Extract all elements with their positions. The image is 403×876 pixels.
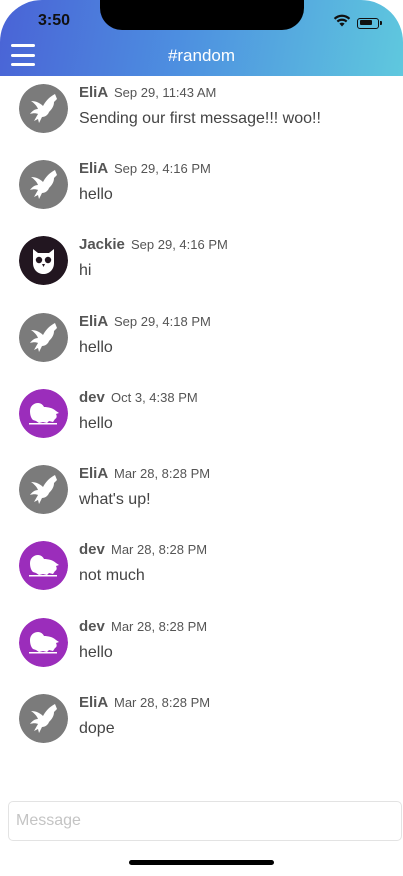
message-item[interactable]: dev Mar 28, 8:28 PM hello — [0, 618, 403, 684]
message-item[interactable]: EliA Sep 29, 4:18 PM hello — [0, 313, 403, 379]
message-timestamp: Sep 29, 4:16 PM — [114, 161, 211, 176]
device-notch — [100, 0, 304, 30]
eagle-icon — [19, 465, 68, 514]
message-text: dope — [79, 720, 115, 737]
app-header: 3:50 #random — [0, 0, 403, 76]
home-indicator — [129, 860, 274, 865]
message-text: Sending our first message!!! woo!! — [79, 110, 321, 127]
lion-icon — [19, 389, 68, 438]
message-author: dev — [79, 389, 105, 406]
message-author: EliA — [79, 313, 109, 330]
message-timestamp: Sep 29, 4:16 PM — [131, 237, 228, 252]
message-timestamp: Sep 29, 4:18 PM — [114, 314, 211, 329]
message-timestamp: Mar 28, 8:28 PM — [111, 542, 208, 557]
message-list[interactable]: EliA Sep 29, 11:43 AM Sending our first me… — [0, 76, 403, 796]
message-text: hello — [79, 339, 113, 356]
message-text: hi — [79, 262, 92, 279]
message-author: EliA — [79, 694, 109, 711]
avatar[interactable] — [19, 465, 68, 514]
message-item[interactable]: dev Oct 3, 4:38 PM hello — [0, 389, 403, 455]
eagle-icon — [19, 84, 68, 133]
message-item[interactable]: dev Mar 28, 8:28 PM not much — [0, 541, 403, 607]
avatar[interactable] — [19, 84, 68, 133]
lion-icon — [19, 618, 68, 667]
message-author: Jackie — [79, 236, 125, 253]
phone-screen: 3:50 #random EliA Sep 29, 11:43 AM Sending… — [0, 0, 403, 876]
message-author: EliA — [79, 160, 109, 177]
message-item[interactable]: EliA Sep 29, 11:43 AM Sending our first me… — [0, 84, 403, 150]
message-composer[interactable] — [8, 801, 402, 841]
message-item[interactable]: EliA Mar 28, 8:28 PM dope — [0, 694, 403, 760]
owl-icon — [19, 236, 68, 285]
avatar[interactable] — [19, 160, 68, 209]
message-input[interactable] — [9, 802, 401, 840]
avatar[interactable] — [19, 236, 68, 285]
message-author: dev — [79, 541, 105, 558]
avatar[interactable] — [19, 618, 68, 667]
message-text: not much — [79, 567, 145, 584]
message-timestamp: Sep 29, 11:43 AM — [114, 85, 217, 100]
channel-title: #random — [167, 46, 236, 65]
message-text: hello — [79, 186, 113, 203]
message-timestamp: Mar 28, 8:28 PM — [111, 619, 208, 634]
lion-icon — [19, 541, 68, 590]
status-indicators — [333, 14, 382, 32]
message-timestamp: Mar 28, 8:28 PM — [114, 695, 211, 710]
message-item[interactable]: Jackie Sep 29, 4:16 PM hi — [0, 236, 403, 302]
eagle-icon — [19, 160, 68, 209]
wifi-icon — [333, 14, 351, 32]
message-timestamp: Oct 3, 4:38 PM — [111, 390, 198, 405]
eagle-icon — [19, 313, 68, 362]
eagle-icon — [19, 694, 68, 743]
message-author: EliA — [79, 84, 109, 101]
message-timestamp: Mar 28, 8:28 PM — [114, 466, 211, 481]
message-author: dev — [79, 618, 105, 635]
battery-icon — [357, 17, 382, 29]
avatar[interactable] — [19, 541, 68, 590]
message-text: hello — [79, 415, 113, 432]
avatar[interactable] — [19, 313, 68, 362]
message-item[interactable]: EliA Mar 28, 8:28 PM what's up! — [0, 465, 403, 531]
message-text: what's up! — [79, 491, 151, 508]
message-text: hello — [79, 644, 113, 661]
status-time: 3:50 — [38, 12, 71, 29]
avatar[interactable] — [19, 389, 68, 438]
message-author: EliA — [79, 465, 109, 482]
message-item[interactable]: EliA Sep 29, 4:16 PM hello — [0, 160, 403, 226]
avatar[interactable] — [19, 694, 68, 743]
